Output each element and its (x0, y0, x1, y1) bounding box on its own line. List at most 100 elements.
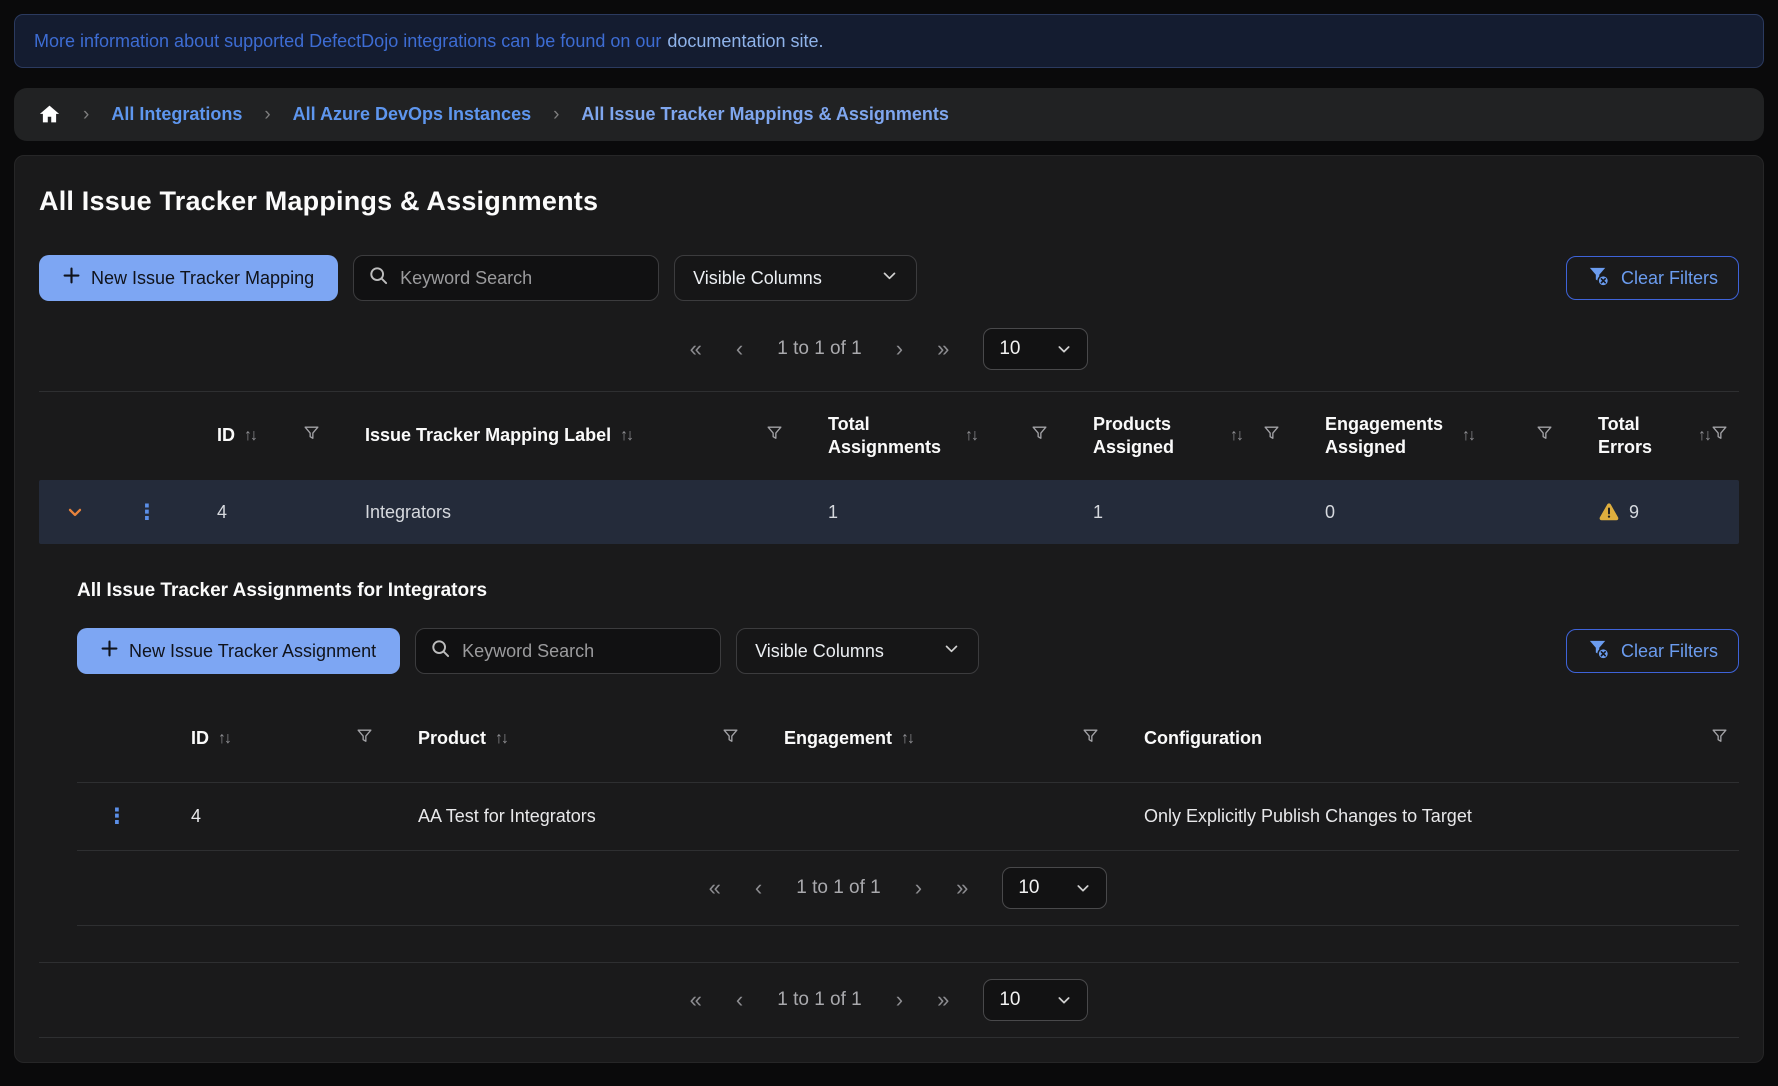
row-actions-cell: ⋮ (111, 502, 183, 523)
chevron-down-icon (1075, 880, 1091, 896)
mappings-search-box (353, 255, 659, 301)
footer-pagination: « ‹ 1 to 1 of 1 › » 10 (15, 963, 1763, 1037)
cell-total-errors: 9 (1564, 501, 1739, 523)
header-actions-column (111, 392, 183, 480)
row-actions-cell: ⋮ (77, 806, 157, 827)
breadcrumb-current-page[interactable]: All Issue Tracker Mappings & Assignments (581, 104, 948, 125)
page-size-select[interactable]: 10 (1002, 867, 1107, 909)
mapping-table-row[interactable]: ⋮ 4 Integrators 1 1 0 9 (39, 480, 1739, 544)
sort-icon[interactable]: ↑↓ (965, 427, 977, 445)
assignments-search-input[interactable] (462, 641, 705, 662)
column-label-mapping-label: Issue Tracker Mapping Label (365, 424, 611, 447)
column-label-engagements-assigned: Engagements Assigned (1325, 413, 1453, 460)
assignments-table-header: ID ↑↓ Product ↑↓ (77, 696, 1739, 782)
first-page-icon[interactable]: « (690, 989, 702, 1011)
home-icon[interactable] (38, 103, 61, 126)
page-size-select[interactable]: 10 (983, 979, 1088, 1021)
filter-icon[interactable] (302, 424, 321, 448)
sort-icon[interactable]: ↑↓ (218, 730, 230, 748)
sort-icon[interactable]: ↑↓ (1698, 427, 1710, 445)
assignments-search-box (415, 628, 721, 674)
header-products-assigned: Products Assigned ↑↓ (1059, 392, 1291, 480)
main-card: All Issue Tracker Mappings & Assignments… (14, 155, 1764, 1063)
header-engagements-assigned: Engagements Assigned ↑↓ (1291, 392, 1564, 480)
chevron-down-icon (881, 267, 898, 289)
assignments-table: ID ↑↓ Product ↑↓ (77, 696, 1739, 926)
cell-id: 4 (157, 806, 384, 827)
page: More information about supported DefectD… (0, 0, 1778, 1086)
last-page-icon[interactable]: » (937, 338, 949, 360)
breadcrumb-all-integrations[interactable]: All Integrations (111, 104, 242, 125)
filter-icon[interactable] (765, 424, 784, 448)
header-configuration: Configuration (1110, 696, 1739, 782)
prev-page-icon[interactable]: ‹ (736, 989, 743, 1011)
filter-icon[interactable] (1710, 424, 1729, 448)
sort-icon[interactable]: ↑↓ (495, 730, 507, 748)
filter-icon[interactable] (1030, 424, 1049, 448)
header-total-errors: Total Errors ↑↓ (1564, 392, 1739, 480)
cell-product-link[interactable]: AA Test for Integrators (384, 806, 750, 827)
sort-icon[interactable]: ↑↓ (1462, 427, 1474, 445)
mappings-visible-columns-dropdown[interactable]: Visible Columns (674, 255, 917, 301)
cell-engagements-assigned: 0 (1291, 502, 1564, 523)
sort-icon[interactable]: ↑↓ (1230, 427, 1242, 445)
filter-clear-icon (1587, 264, 1610, 292)
sort-icon[interactable]: ↑↓ (620, 427, 632, 445)
next-page-icon[interactable]: › (896, 338, 903, 360)
header-label: Issue Tracker Mapping Label ↑↓ (331, 392, 794, 480)
pagination-range: 1 to 1 of 1 (777, 989, 862, 1011)
next-page-icon[interactable]: › (915, 877, 922, 899)
page-size-value: 10 (999, 989, 1020, 1011)
column-label-id: ID (191, 727, 209, 750)
breadcrumb-azure-devops-instances[interactable]: All Azure DevOps Instances (293, 104, 531, 125)
new-issue-tracker-assignment-button[interactable]: New Issue Tracker Assignment (77, 628, 400, 674)
mappings-pagination: « ‹ 1 to 1 of 1 › » 10 (15, 327, 1763, 371)
assignments-clear-filters-button[interactable]: Clear Filters (1566, 629, 1739, 673)
mappings-toolbar: New Issue Tracker Mapping Visible Column… (39, 255, 1739, 301)
cell-products-assigned: 1 (1059, 502, 1291, 523)
kebab-menu-icon[interactable]: ⋮ (107, 806, 128, 827)
filter-icon[interactable] (1262, 424, 1281, 448)
chevron-right-icon: › (553, 104, 559, 126)
filter-icon[interactable] (1535, 424, 1554, 448)
sort-icon[interactable]: ↑↓ (901, 730, 913, 748)
chevron-right-icon: › (83, 104, 89, 126)
filter-clear-icon (1587, 637, 1610, 665)
warning-icon (1598, 501, 1620, 523)
assignments-heading: All Issue Tracker Assignments for Integr… (77, 580, 1739, 602)
header-id: ID ↑↓ (183, 392, 331, 480)
kebab-menu-icon[interactable]: ⋮ (137, 502, 158, 523)
column-label-product: Product (418, 727, 486, 750)
filter-icon[interactable] (1710, 727, 1729, 751)
page-size-select[interactable]: 10 (983, 328, 1088, 370)
filter-icon[interactable] (721, 727, 740, 751)
clear-filters-label: Clear Filters (1621, 641, 1718, 662)
first-page-icon[interactable]: « (709, 877, 721, 899)
assignment-table-row[interactable]: ⋮ 4 AA Test for Integrators Only Explici… (77, 783, 1739, 850)
assignments-visible-columns-dropdown[interactable]: Visible Columns (736, 628, 979, 674)
header-expand-column (39, 392, 111, 480)
next-page-icon[interactable]: › (896, 989, 903, 1011)
last-page-icon[interactable]: » (937, 989, 949, 1011)
prev-page-icon[interactable]: ‹ (755, 877, 762, 899)
divider (39, 1037, 1739, 1038)
last-page-icon[interactable]: » (956, 877, 968, 899)
column-label-id: ID (217, 424, 235, 447)
first-page-icon[interactable]: « (690, 338, 702, 360)
column-label-total-assignments: Total Assignments (828, 413, 956, 460)
page-title: All Issue Tracker Mappings & Assignments (39, 186, 1739, 217)
documentation-link[interactable]: documentation site. (667, 31, 823, 52)
new-issue-tracker-mapping-button[interactable]: New Issue Tracker Mapping (39, 255, 338, 301)
filter-icon[interactable] (355, 727, 374, 751)
collapse-row-icon[interactable] (39, 502, 111, 522)
mappings-search-input[interactable] (400, 268, 643, 289)
assignments-section: All Issue Tracker Assignments for Integr… (77, 580, 1739, 926)
page-size-value: 10 (999, 338, 1020, 360)
filter-icon[interactable] (1081, 727, 1100, 751)
prev-page-icon[interactable]: ‹ (736, 338, 743, 360)
header-id: ID ↑↓ (157, 696, 384, 782)
mappings-clear-filters-button[interactable]: Clear Filters (1566, 256, 1739, 300)
divider (77, 925, 1739, 926)
chevron-down-icon (943, 640, 960, 662)
sort-icon[interactable]: ↑↓ (244, 427, 256, 445)
